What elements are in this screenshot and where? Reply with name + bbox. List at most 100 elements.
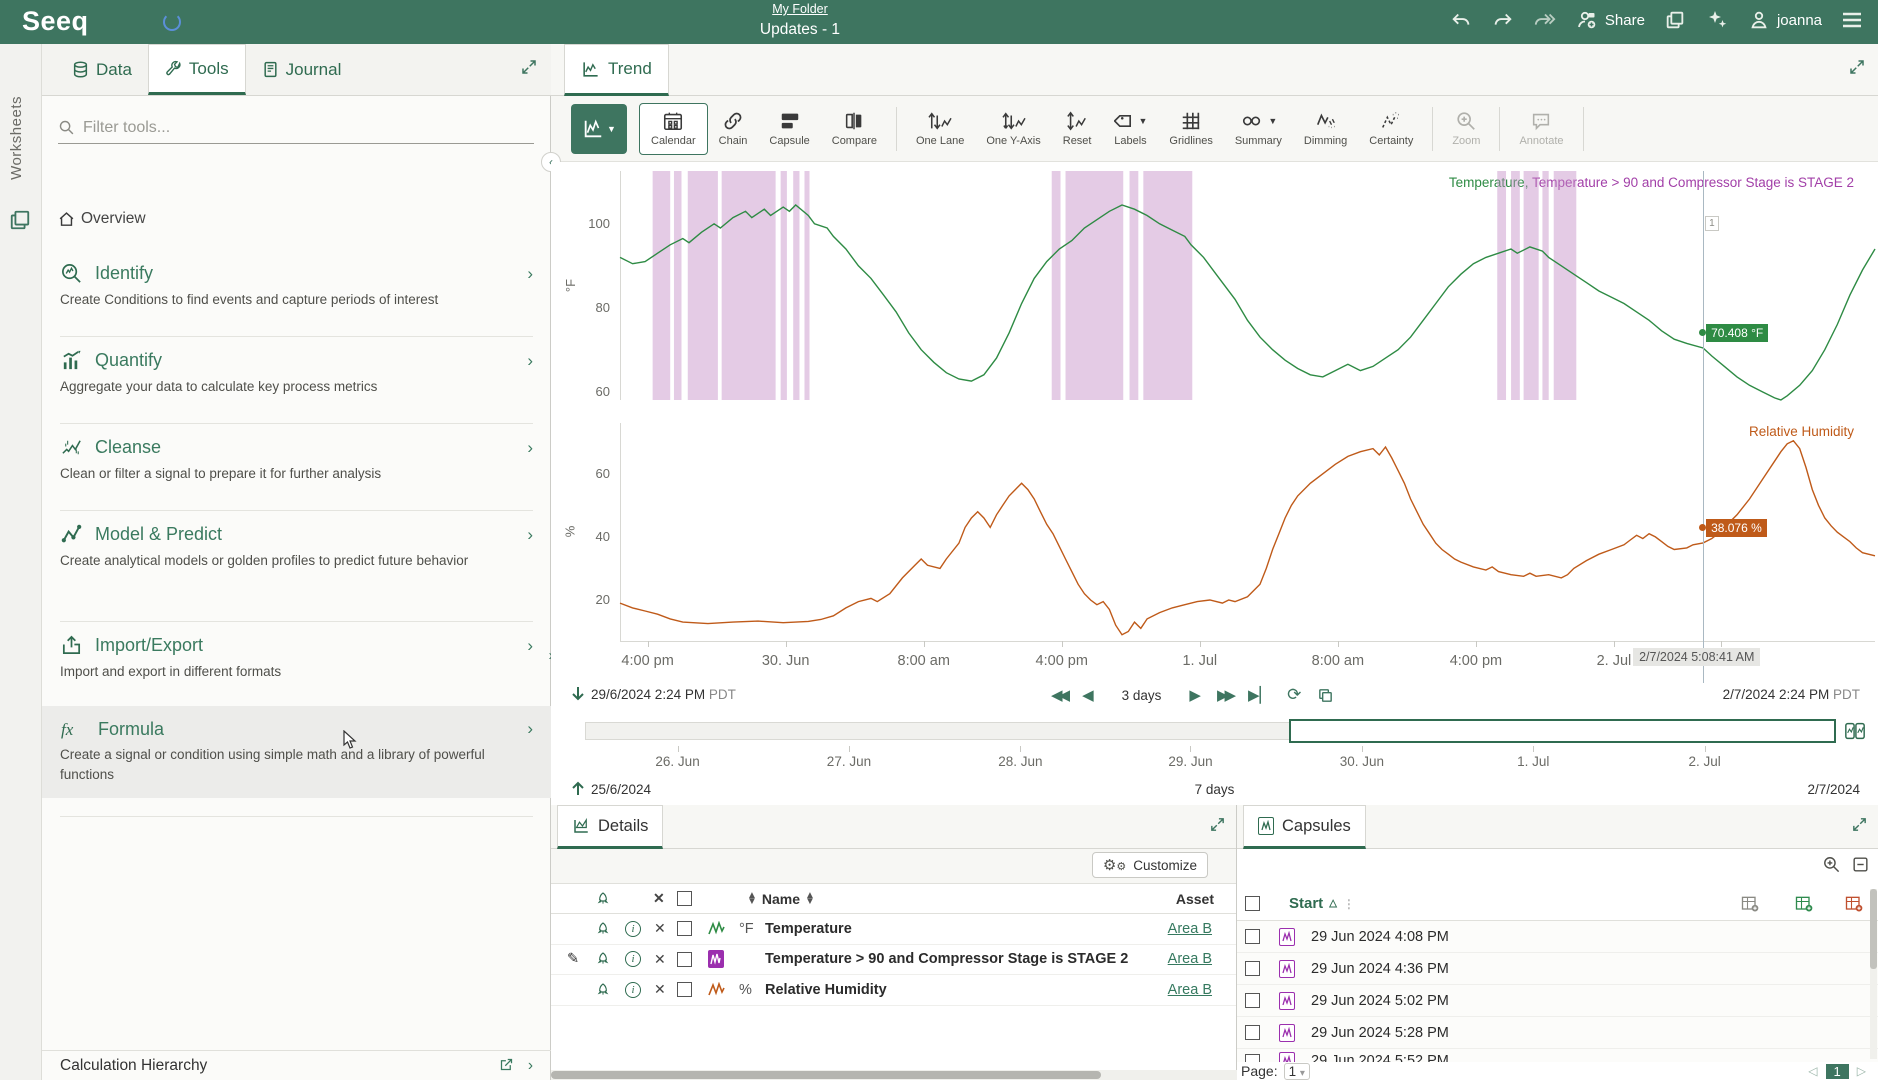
add-column-red-icon[interactable] [1844, 887, 1864, 920]
details-row[interactable]: i✕%Relative HumidityArea B [551, 975, 1236, 1006]
breadcrumb[interactable]: My Folder [0, 2, 1600, 16]
step-forward-icon[interactable]: ▶ [1189, 686, 1201, 704]
toolbar-button-gridlines[interactable]: Gridlines [1158, 103, 1223, 155]
capsule-row[interactable]: 29 Jun 2024 4:36 PM [1237, 953, 1878, 985]
collapse-panel-icon[interactable] [1851, 855, 1870, 874]
toolbar-button-one-lane[interactable]: One Lane [905, 103, 975, 155]
tool-item-cleanse[interactable]: Cleanse›Clean or filter a signal to prep… [42, 424, 551, 498]
asset-link[interactable]: Area B [1168, 945, 1212, 975]
calculation-hierarchy-footer[interactable]: Calculation Hierarchy › [42, 1050, 551, 1080]
details-expand-icon[interactable] [1209, 816, 1226, 833]
row-checkbox[interactable] [677, 914, 692, 944]
sidebar-expand-icon[interactable] [520, 58, 538, 76]
page-select[interactable]: 1 ▾ [1284, 1063, 1310, 1080]
page-next-icon[interactable]: ▷ [1857, 1064, 1866, 1078]
row-checkbox[interactable] [677, 945, 692, 975]
chevron-right-icon[interactable]: › [528, 1057, 533, 1075]
tab-details[interactable]: Details [557, 805, 663, 849]
sidebar-tab-tools[interactable]: Tools [148, 44, 246, 95]
toolbar-button-capsule[interactable]: Capsule [758, 103, 820, 155]
rocket-icon[interactable] [595, 975, 611, 1005]
tab-trend[interactable]: Trend [564, 44, 669, 96]
undo-icon[interactable] [1449, 8, 1473, 32]
customize-button[interactable]: ⚙⚙ Customize [1092, 852, 1208, 878]
capsules-select-all-checkbox[interactable] [1245, 887, 1260, 920]
humidity-chart[interactable] [620, 423, 1875, 641]
page-number-active[interactable]: 1 [1826, 1064, 1849, 1079]
capsule-checkbox[interactable] [1245, 985, 1260, 1016]
remove-icon[interactable]: ✕ [654, 945, 666, 975]
asset-link[interactable]: Area B [1168, 914, 1212, 944]
user-menu[interactable]: joanna [1747, 8, 1822, 32]
toolbar-button-annotate[interactable]: Annotate [1508, 103, 1574, 155]
rocket-column-icon[interactable] [595, 884, 611, 913]
toolbar-button-dimming[interactable]: Dimming [1293, 103, 1358, 155]
capsule-checkbox[interactable] [1245, 953, 1260, 984]
item-name[interactable]: Relative Humidity [765, 975, 887, 1005]
toolbar-button-labels[interactable]: ▼Labels [1103, 103, 1159, 155]
toolbar-button-one-y-axis[interactable]: One Y-Axis [975, 103, 1051, 155]
tool-item-model-predict[interactable]: Model & Predict›Create analytical models… [42, 511, 551, 585]
open-external-icon[interactable] [499, 1057, 514, 1075]
info-icon[interactable]: i [625, 975, 641, 1005]
tab-capsules[interactable]: Capsules [1243, 805, 1366, 849]
tool-item-formula[interactable]: fxFormula›Create a signal or condition u… [42, 706, 551, 798]
hamburger-menu-icon[interactable] [1840, 8, 1864, 32]
display-range-start[interactable]: 29/6/2024 2:24 PM PDT [591, 687, 736, 702]
rocket-icon[interactable] [595, 914, 611, 944]
refresh-icon[interactable]: ⟳ [1287, 685, 1301, 705]
step-back-icon[interactable]: ◀ [1082, 686, 1094, 704]
asset-link[interactable]: Area B [1168, 975, 1212, 1005]
page-prev-icon[interactable]: ◁ [1808, 1064, 1817, 1078]
add-column-green-icon[interactable] [1794, 887, 1814, 920]
share-button[interactable]: Share [1575, 8, 1645, 32]
details-row[interactable]: ✎i✕Temperature > 90 and Compressor Stage… [551, 945, 1236, 976]
temperature-chart[interactable] [620, 171, 1875, 400]
step-back-fast-icon[interactable]: ◀◀ [1051, 686, 1066, 704]
capsule-checkbox[interactable] [1245, 1017, 1260, 1048]
overview-link[interactable]: Overview [58, 210, 146, 228]
info-icon[interactable]: i [625, 945, 641, 975]
sidebar-tab-journal[interactable]: Journal [246, 44, 358, 95]
name-column-header[interactable]: ▲▼ Name ▲▼ [747, 884, 815, 913]
toolbar-button-trend-type[interactable]: ▼ [571, 104, 627, 154]
start-column-header[interactable]: Start △ ⋮ [1289, 887, 1355, 920]
worksheets-rail[interactable]: Worksheets [0, 44, 42, 1080]
ai-assistant-icon[interactable] [1705, 8, 1729, 32]
item-name[interactable]: Temperature > 90 and Compressor Stage is… [765, 945, 1128, 975]
range-slider-selection[interactable] [1289, 719, 1836, 743]
step-to-end-icon[interactable]: ▶▏ [1248, 686, 1271, 704]
display-range-end[interactable]: 2/7/2024 2:24 PM PDT [1723, 687, 1860, 702]
filter-tools-field[interactable] [58, 112, 534, 144]
remove-all-icon[interactable]: ✕ [653, 884, 665, 913]
slider-capsule-toggle-icon[interactable] [1844, 720, 1866, 742]
capsule-checkbox[interactable] [1245, 921, 1260, 952]
sidebar-tab-data[interactable]: Data [56, 44, 148, 95]
remove-icon[interactable]: ✕ [654, 975, 666, 1005]
toolbar-button-reset[interactable]: Reset [1052, 103, 1103, 155]
capsule-row[interactable]: 29 Jun 2024 5:02 PM [1237, 985, 1878, 1017]
details-row[interactable]: i✕°FTemperatureArea B [551, 914, 1236, 945]
tool-item-quantify[interactable]: Quantify›Aggregate your data to calculat… [42, 337, 551, 411]
toolbar-button-calendar[interactable]: Calendar [639, 103, 708, 155]
copy-range-icon[interactable] [1317, 687, 1334, 704]
step-forward-fast-icon[interactable]: ▶▶ [1217, 686, 1232, 704]
row-checkbox[interactable] [677, 975, 692, 1005]
rocket-icon[interactable] [595, 945, 611, 975]
capsules-scrollbar[interactable] [1870, 889, 1877, 1059]
toolbar-button-chain[interactable]: Chain [708, 103, 759, 155]
trend-expand-icon[interactable] [1848, 58, 1866, 76]
toolbar-button-zoom[interactable]: Zoom [1441, 103, 1491, 155]
duration-label[interactable]: 3 days [1110, 688, 1174, 703]
item-name[interactable]: Temperature [765, 914, 852, 944]
capsules-expand-icon[interactable] [1851, 816, 1868, 833]
remove-icon[interactable]: ✕ [654, 914, 666, 944]
tool-item-import-export[interactable]: Import/Export›Import and export in diffe… [42, 622, 551, 696]
add-column-grey-icon[interactable] [1740, 887, 1760, 920]
asset-column-header[interactable]: Asset [1176, 884, 1214, 913]
info-icon[interactable]: i [625, 914, 641, 944]
toolbar-button-compare[interactable]: Compare [821, 103, 888, 155]
capsule-row[interactable]: 29 Jun 2024 4:08 PM [1237, 921, 1878, 953]
redo-icon[interactable] [1491, 8, 1515, 32]
toolbar-button-summary[interactable]: ▼Summary [1224, 103, 1293, 155]
